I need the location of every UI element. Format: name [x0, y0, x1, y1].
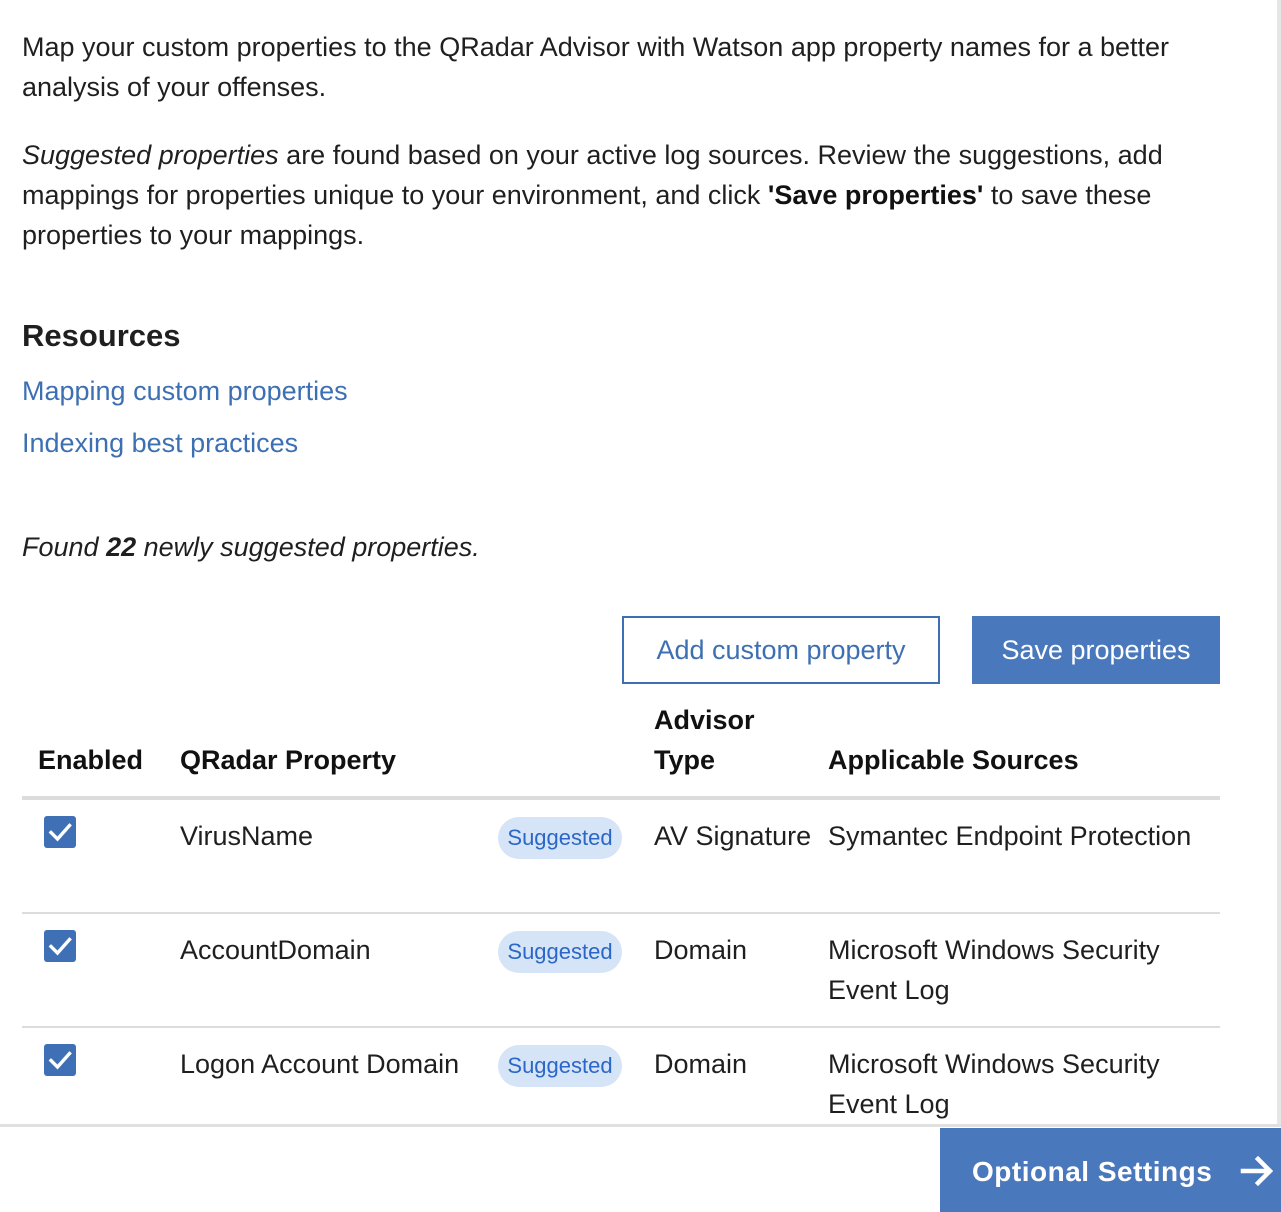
- found-count: 22: [106, 532, 137, 562]
- advisor-type: Domain: [654, 1049, 748, 1079]
- column-header-enabled: Enabled: [38, 745, 144, 775]
- suggested-tag: Suggested: [498, 1045, 622, 1087]
- checkmark-icon: [48, 937, 72, 956]
- enabled-checkbox[interactable]: [44, 1044, 76, 1076]
- column-header-advisor-type: Advisor Type: [654, 705, 755, 775]
- applicable-sources: Microsoft Windows Security Event Log: [828, 935, 1160, 1005]
- applicable-sources: Microsoft Windows Security Event Log: [828, 1049, 1160, 1119]
- suggested-tag: Suggested: [498, 817, 622, 859]
- found-prefix: Found: [22, 532, 107, 562]
- suggested-paragraph: Suggested properties are found based on …: [22, 135, 1237, 255]
- found-suffix: newly suggested properties.: [136, 532, 480, 562]
- qradar-property-name: VirusName: [180, 821, 314, 851]
- table-row: Logon Account Domain Suggested Domain Mi…: [22, 1028, 1220, 1124]
- scroll-area[interactable]: Map your custom properties to the QRadar…: [0, 0, 1281, 1124]
- applicable-sources: Symantec Endpoint Protection: [828, 821, 1192, 851]
- qradar-property-name: AccountDomain: [180, 935, 371, 965]
- enabled-checkbox[interactable]: [44, 930, 76, 962]
- intro-paragraph: Map your custom properties to the QRadar…: [22, 32, 1170, 102]
- checkmark-icon: [48, 823, 72, 842]
- table-row: VirusName Suggested AV Signature Symante…: [22, 800, 1220, 914]
- suggested-tag: Suggested: [498, 931, 622, 973]
- advisor-type: AV Signature: [654, 821, 812, 851]
- mapping-custom-properties-link[interactable]: Mapping custom properties: [22, 376, 348, 407]
- resources-heading: Resources: [22, 318, 181, 353]
- indexing-best-practices-link[interactable]: Indexing best practices: [22, 428, 298, 459]
- enabled-checkbox[interactable]: [44, 816, 76, 848]
- add-custom-property-button[interactable]: Add custom property: [622, 616, 940, 684]
- column-header-qradar-property: QRadar Property: [180, 745, 397, 775]
- qradar-property-name: Logon Account Domain: [180, 1049, 460, 1079]
- suggested-properties-emphasis: Suggested properties: [22, 140, 279, 170]
- found-summary: Found 22 newly suggested properties.: [22, 532, 480, 563]
- table-row: AccountDomain Suggested Domain Microsoft…: [22, 914, 1220, 1028]
- column-header-applicable-sources: Applicable Sources: [828, 745, 1079, 775]
- save-properties-button[interactable]: Save properties: [972, 616, 1220, 684]
- advisor-type: Domain: [654, 935, 748, 965]
- scrollbar-track[interactable]: [1277, 0, 1281, 1124]
- save-properties-reference: 'Save properties': [767, 180, 984, 210]
- optional-settings-button[interactable]: Optional Settings: [940, 1128, 1281, 1212]
- optional-settings-label: Optional Settings: [972, 1156, 1213, 1187]
- arrow-right-icon: [1240, 1155, 1274, 1187]
- checkmark-icon: [48, 1051, 72, 1070]
